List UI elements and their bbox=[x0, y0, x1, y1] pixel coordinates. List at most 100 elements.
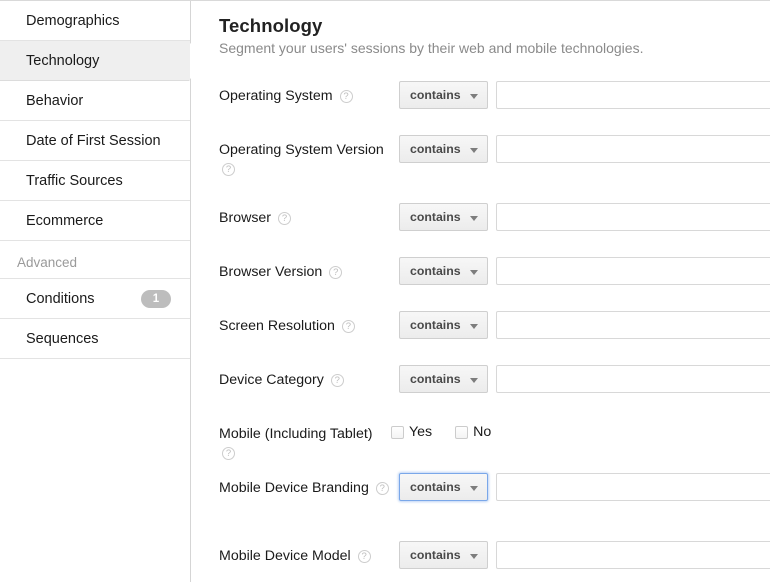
sidebar-nav-list: Demographics Technology Behavior Date of Fi… bbox=[0, 1, 190, 241]
checkbox-box[interactable] bbox=[391, 426, 404, 439]
status-badge: 1 bbox=[141, 290, 171, 308]
checkbox-label: Yes bbox=[409, 424, 432, 440]
form-row-mobile-including-tablet: Mobile (Including Tablet) ? Yes No bbox=[191, 412, 770, 466]
value-input-mobile-device-model[interactable] bbox=[496, 541, 770, 569]
checkbox-label: No bbox=[473, 424, 491, 440]
checkbox-yes[interactable]: Yes bbox=[391, 424, 432, 440]
value-input-browser-version[interactable] bbox=[496, 257, 770, 285]
form-row-browser: Browser ? contains bbox=[191, 196, 770, 250]
operator-dropdown-value: contains bbox=[410, 474, 461, 500]
value-input-browser[interactable] bbox=[496, 203, 770, 231]
sidebar-section-header-advanced: Advanced bbox=[0, 241, 190, 279]
row-label-operating-system-version: Operating System Version ? bbox=[219, 141, 389, 179]
operator-dropdown-mobile-device-model[interactable]: contains bbox=[399, 541, 488, 569]
sidebar-item-label: Behavior bbox=[26, 93, 83, 109]
row-label-device-category: Device Category ? bbox=[219, 371, 389, 390]
operator-dropdown-mobile-device-branding[interactable]: contains bbox=[399, 473, 488, 501]
sidebar: Demographics Technology Behavior Date of Fi… bbox=[0, 1, 191, 582]
checkbox-box[interactable] bbox=[455, 426, 468, 439]
checkbox-group-mobile-including-tablet: Yes No bbox=[391, 424, 514, 440]
chevron-down-icon bbox=[470, 270, 478, 275]
sidebar-item-sequences[interactable]: Sequences bbox=[0, 319, 190, 359]
operator-dropdown-value: contains bbox=[410, 312, 461, 338]
help-icon[interactable]: ? bbox=[340, 90, 353, 103]
sidebar-item-label: Traffic Sources bbox=[26, 173, 123, 189]
row-label-text: Mobile (Including Tablet) bbox=[219, 426, 373, 442]
page-title: Technology bbox=[219, 15, 770, 37]
sidebar-item-label: Demographics bbox=[26, 13, 120, 29]
value-input-operating-system-version[interactable] bbox=[496, 135, 770, 163]
row-label-screen-resolution: Screen Resolution ? bbox=[219, 317, 389, 336]
row-label-text: Operating System Version bbox=[219, 142, 384, 158]
form-row-device-category: Device Category ? contains bbox=[191, 358, 770, 412]
form-row-mobile-device-model: Mobile Device Model ? contains bbox=[191, 534, 770, 582]
operator-dropdown-browser-version[interactable]: contains bbox=[399, 257, 488, 285]
help-icon[interactable]: ? bbox=[278, 212, 291, 225]
operator-dropdown-operating-system[interactable]: contains bbox=[399, 81, 488, 109]
help-icon[interactable]: ? bbox=[358, 550, 371, 563]
row-label-text: Operating System bbox=[219, 88, 337, 104]
help-icon[interactable]: ? bbox=[342, 320, 355, 333]
sidebar-item-conditions[interactable]: Conditions 1 bbox=[0, 279, 190, 319]
help-icon[interactable]: ? bbox=[329, 266, 342, 279]
chevron-down-icon bbox=[470, 216, 478, 221]
sidebar-item-label: Conditions bbox=[26, 291, 95, 307]
form-row-mobile-device-branding: Mobile Device Branding ? contains bbox=[191, 466, 770, 534]
chevron-down-icon bbox=[470, 486, 478, 491]
checkbox-no[interactable]: No bbox=[455, 424, 491, 440]
operator-dropdown-operating-system-version[interactable]: contains bbox=[399, 135, 488, 163]
help-icon[interactable]: ? bbox=[376, 482, 389, 495]
sidebar-item-label: Date of First Session bbox=[26, 133, 161, 149]
operator-dropdown-value: contains bbox=[410, 366, 461, 392]
chevron-down-icon bbox=[470, 148, 478, 153]
sidebar-item-label: Technology bbox=[26, 53, 99, 69]
operator-dropdown-screen-resolution[interactable]: contains bbox=[399, 311, 488, 339]
sidebar-advanced-list: Conditions 1 Sequences bbox=[0, 279, 190, 359]
row-label-operating-system: Operating System ? bbox=[219, 87, 389, 106]
operator-dropdown-value: contains bbox=[410, 82, 461, 108]
segment-builder-window: Demographics Technology Behavior Date of Fi… bbox=[0, 0, 770, 582]
operator-dropdown-value: contains bbox=[410, 204, 461, 230]
sidebar-item-label: Ecommerce bbox=[26, 213, 103, 229]
row-label-text: Device Category bbox=[219, 372, 328, 388]
row-label-mobile-including-tablet: Mobile (Including Tablet) ? bbox=[219, 425, 389, 463]
sidebar-section-label: Advanced bbox=[17, 255, 77, 270]
value-input-device-category[interactable] bbox=[496, 365, 770, 393]
technology-filter-form: Operating System ?containsOperating Syst… bbox=[191, 74, 770, 582]
help-icon[interactable]: ? bbox=[222, 163, 235, 176]
sidebar-item-traffic-sources[interactable]: Traffic Sources bbox=[0, 161, 190, 201]
page-subtitle: Segment your users' sessions by their we… bbox=[219, 40, 770, 56]
row-label-text: Browser bbox=[219, 210, 275, 226]
row-label-mobile-device-branding: Mobile Device Branding ? bbox=[219, 479, 389, 498]
value-input-screen-resolution[interactable] bbox=[496, 311, 770, 339]
help-icon[interactable]: ? bbox=[222, 447, 235, 460]
panel-header: Technology Segment your users' sessions … bbox=[191, 1, 770, 56]
sidebar-item-behavior[interactable]: Behavior bbox=[0, 81, 190, 121]
form-row-operating-system: Operating System ? contains bbox=[191, 74, 770, 128]
sidebar-item-demographics[interactable]: Demographics bbox=[0, 1, 190, 41]
help-icon[interactable]: ? bbox=[331, 374, 344, 387]
row-label-text: Mobile Device Model bbox=[219, 548, 355, 564]
sidebar-item-ecommerce[interactable]: Ecommerce bbox=[0, 201, 190, 241]
row-label-text: Screen Resolution bbox=[219, 318, 339, 334]
sidebar-item-label: Sequences bbox=[26, 331, 99, 347]
row-label-mobile-device-model: Mobile Device Model ? bbox=[219, 547, 389, 566]
chevron-down-icon bbox=[470, 378, 478, 383]
operator-dropdown-device-category[interactable]: contains bbox=[399, 365, 488, 393]
sidebar-item-technology[interactable]: Technology bbox=[0, 41, 190, 81]
value-input-operating-system[interactable] bbox=[496, 81, 770, 109]
chevron-down-icon bbox=[470, 94, 478, 99]
row-label-text: Mobile Device Branding bbox=[219, 480, 373, 496]
sidebar-item-date-of-first-session[interactable]: Date of First Session bbox=[0, 121, 190, 161]
row-label-browser: Browser ? bbox=[219, 209, 389, 228]
chevron-down-icon bbox=[470, 554, 478, 559]
form-row-browser-version: Browser Version ? contains bbox=[191, 250, 770, 304]
operator-dropdown-value: contains bbox=[410, 136, 461, 162]
value-input-mobile-device-branding[interactable] bbox=[496, 473, 770, 501]
row-label-text: Browser Version bbox=[219, 264, 326, 280]
main-panel: Technology Segment your users' sessions … bbox=[191, 1, 770, 582]
form-row-operating-system-version: Operating System Version ? contains bbox=[191, 128, 770, 196]
form-row-screen-resolution: Screen Resolution ? contains bbox=[191, 304, 770, 358]
operator-dropdown-browser[interactable]: contains bbox=[399, 203, 488, 231]
operator-dropdown-value: contains bbox=[410, 542, 461, 568]
